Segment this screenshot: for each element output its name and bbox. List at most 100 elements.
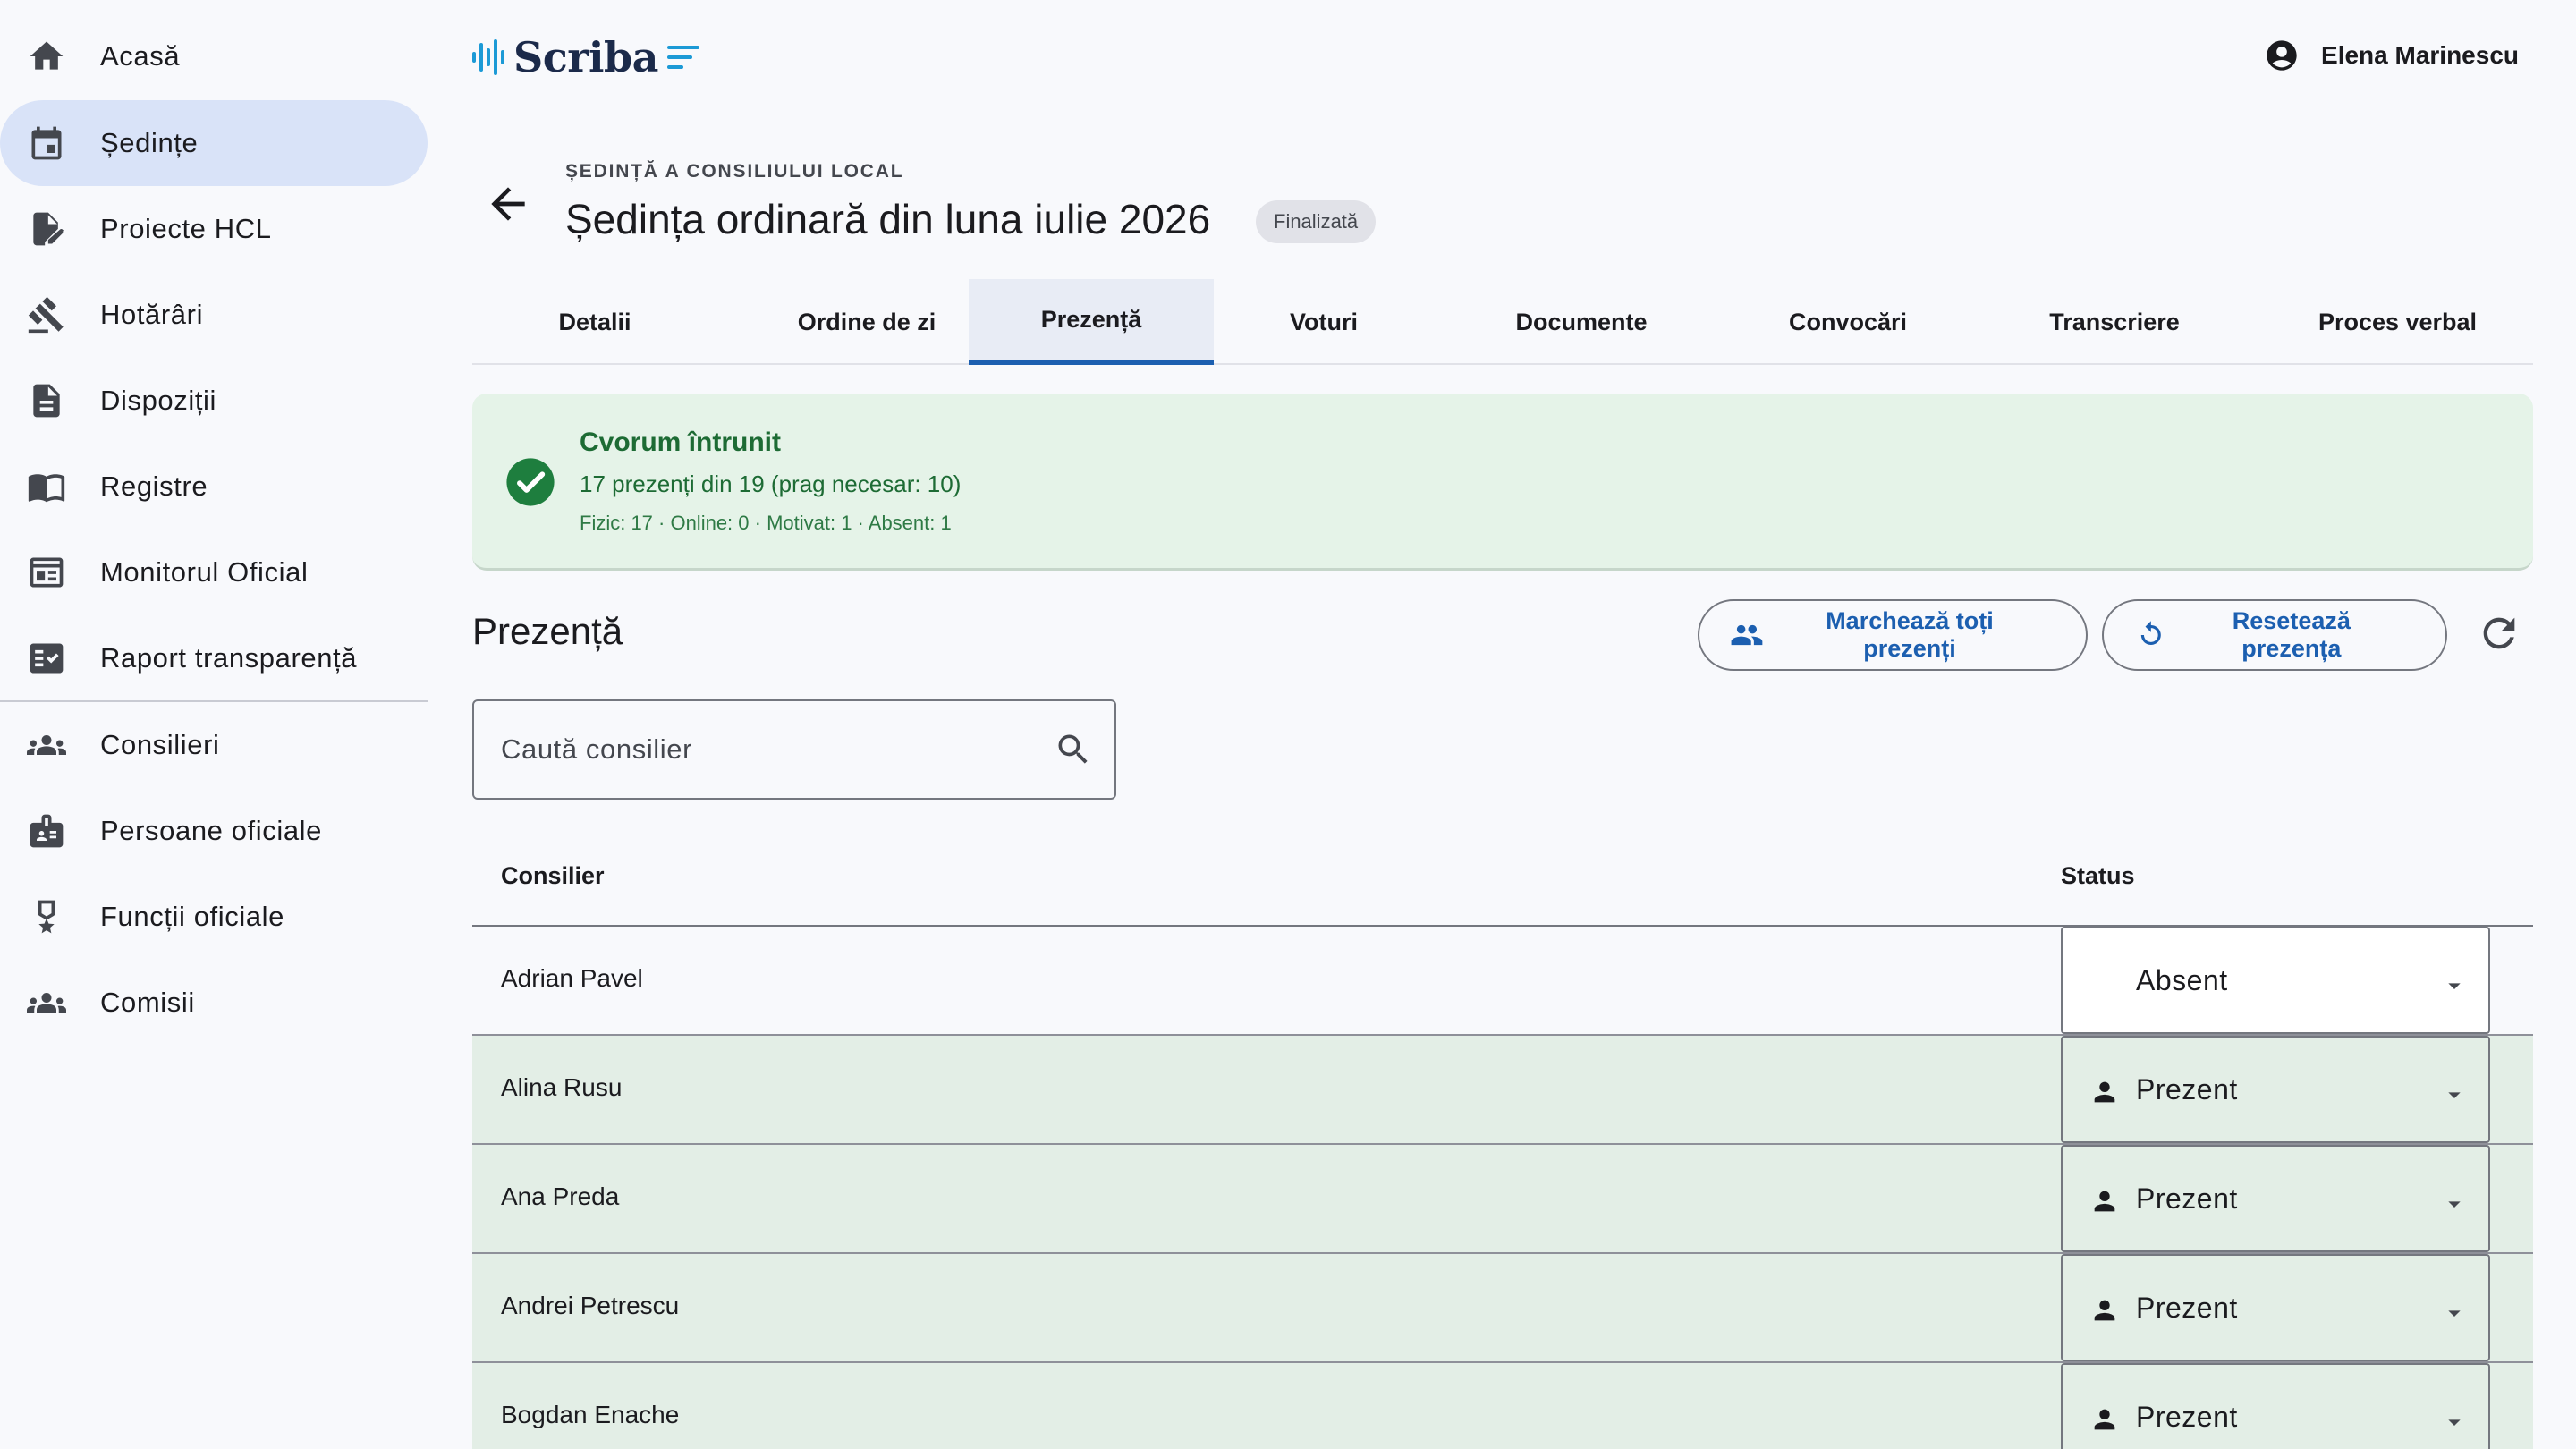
check-circle-icon — [506, 458, 555, 506]
quorum-details: Fizic: 17 · Online: 0 · Motivat: 1 · Abs… — [580, 512, 952, 534]
newspaper-icon — [27, 553, 66, 592]
sidebar-item-label: Funcții oficiale — [100, 901, 285, 932]
dropdown-arrow-icon — [2440, 1299, 2469, 1327]
sidebar-item-label: Hotărâri — [100, 299, 204, 330]
search-field[interactable] — [472, 699, 1116, 800]
tab-convocari[interactable]: Convocări — [1729, 279, 1967, 365]
restart-icon — [2140, 621, 2161, 645]
home-icon — [27, 37, 66, 76]
tab-transcriere[interactable]: Transcriere — [1967, 279, 2262, 365]
sidebar-item-label: Dispoziții — [100, 385, 217, 416]
tab-proces-verbal[interactable]: Proces verbal — [2262, 279, 2533, 365]
account-circle-icon — [2264, 38, 2300, 73]
tab-documente[interactable]: Documente — [1434, 279, 1729, 365]
table-header: Consilier Status — [472, 841, 2533, 927]
quorum-banner: Cvorum întrunit 17 prezenți din 19 (prag… — [472, 394, 2533, 571]
person-icon — [2089, 1295, 2120, 1326]
person-icon — [2089, 1077, 2120, 1107]
page-title: Ședința ordinară din luna iulie 2026 — [565, 196, 1211, 242]
quorum-summary: 17 prezenți din 19 (prag necesar: 10) — [580, 470, 962, 497]
sidebar-item-persoane-oficiale[interactable]: Persoane oficiale — [0, 788, 428, 874]
status-value: Prezent — [2136, 1292, 2238, 1324]
description-icon — [27, 381, 66, 420]
sidebar-item-label: Comisii — [100, 987, 195, 1018]
sidebar-item-registre[interactable]: Registre — [0, 444, 428, 530]
people-icon — [1731, 624, 1763, 646]
badge-icon — [27, 811, 66, 851]
sidebar-item-raport-transparenta[interactable]: Raport transparență — [0, 615, 428, 701]
table-row: Alina Rusu Prezent — [472, 1036, 2533, 1145]
tab-voturi[interactable]: Voturi — [1214, 279, 1434, 365]
sidebar-item-proiecte-hcl[interactable]: Proiecte HCL — [0, 186, 428, 272]
councillor-name: Andrei Petrescu — [501, 1292, 680, 1319]
sidebar-item-consilieri[interactable]: Consilieri — [0, 702, 428, 788]
user-menu[interactable]: Elena Marinescu — [2264, 36, 2519, 75]
gavel-icon — [27, 295, 66, 335]
table-row: Bogdan Enache Prezent — [472, 1363, 2533, 1449]
sidebar-item-monitorul-oficial[interactable]: Monitorul Oficial — [0, 530, 428, 615]
search-input[interactable] — [501, 701, 1038, 798]
sidebar-item-dispozitii[interactable]: Dispoziții — [0, 358, 428, 444]
sidebar-item-functii-oficiale[interactable]: Funcții oficiale — [0, 874, 428, 960]
status-select[interactable]: Absent — [2061, 927, 2490, 1034]
councillor-name: Ana Preda — [501, 1182, 620, 1210]
sidebar-item-label: Monitorul Oficial — [100, 556, 309, 588]
text-lines-icon — [666, 44, 699, 71]
tab-bar: Detalii Ordine de zi Prezență Voturi Doc… — [472, 279, 2533, 365]
status-select[interactable]: Prezent — [2061, 1363, 2490, 1449]
mark-all-present-button[interactable]: Marchează toți prezenți — [1698, 599, 2088, 671]
arrow-back-icon — [491, 187, 525, 221]
dropdown-arrow-icon — [2440, 1080, 2469, 1109]
sidebar-item-comisii[interactable]: Comisii — [0, 960, 428, 1046]
reset-attendance-button[interactable]: Resetează prezența — [2102, 599, 2447, 671]
sidebar-item-sedinte[interactable]: Ședințe — [0, 100, 428, 186]
status-value: Prezent — [2136, 1073, 2238, 1106]
status-value: Prezent — [2136, 1182, 2238, 1215]
sidebar-item-label: Acasă — [100, 40, 181, 72]
calendar-icon — [27, 123, 66, 163]
mark-all-present-label: Marchează toți prezenți — [1826, 607, 1994, 662]
refresh-button[interactable] — [2476, 610, 2522, 657]
person-icon — [2089, 1404, 2120, 1435]
logo-text: Scriba — [513, 33, 658, 81]
dropdown-arrow-icon — [2440, 971, 2469, 1000]
status-select[interactable]: Prezent — [2061, 1036, 2490, 1143]
sidebar-item-label: Consilieri — [100, 729, 220, 760]
attendance-table: Consilier Status Adrian Pavel Absent Ali… — [472, 841, 2533, 1449]
councillor-name: Alina Rusu — [501, 1073, 623, 1101]
status-badge: Finalizată — [1256, 200, 1377, 243]
status-value: Absent — [2136, 964, 2228, 996]
sidebar: Acasă Ședințe Proiecte HCL Hotărâri Disp… — [0, 0, 428, 1449]
sound-wave-icon — [472, 39, 506, 75]
attendance-title: Prezență — [472, 610, 623, 652]
user-name: Elena Marinescu — [2321, 41, 2519, 69]
column-header-councillor[interactable]: Consilier — [501, 862, 605, 890]
sidebar-item-label: Registre — [100, 470, 208, 502]
back-button[interactable] — [483, 179, 533, 229]
document-edit-icon — [27, 209, 66, 249]
groups-icon — [27, 983, 66, 1022]
sidebar-item-hotarari[interactable]: Hotărâri — [0, 272, 428, 358]
table-row: Adrian Pavel Absent — [472, 927, 2533, 1036]
reset-attendance-label: Resetează prezența — [2232, 607, 2351, 662]
tab-prezenta[interactable]: Prezență — [969, 279, 1214, 365]
councillor-name: Adrian Pavel — [501, 964, 643, 992]
status-select[interactable]: Prezent — [2061, 1254, 2490, 1361]
page-overline: ȘEDINȚĂ A CONSILIULUI LOCAL — [565, 161, 904, 182]
table-row: Ana Preda Prezent — [472, 1145, 2533, 1254]
dropdown-arrow-icon — [2440, 1408, 2469, 1436]
councillor-name: Bogdan Enache — [501, 1401, 680, 1428]
status-value: Prezent — [2136, 1401, 2238, 1433]
search-icon[interactable] — [1054, 730, 1093, 769]
app-logo[interactable]: Scriba — [472, 32, 699, 82]
tab-detalii[interactable]: Detalii — [472, 279, 717, 365]
column-header-status[interactable]: Status — [2061, 862, 2135, 890]
table-row: Andrei Petrescu Prezent — [472, 1254, 2533, 1363]
sidebar-item-acasa[interactable]: Acasă — [0, 13, 428, 99]
fact-check-icon — [27, 639, 66, 678]
sidebar-item-label: Proiecte HCL — [100, 213, 272, 244]
person-icon — [2089, 1186, 2120, 1216]
status-select[interactable]: Prezent — [2061, 1145, 2490, 1252]
groups-icon — [27, 725, 66, 765]
sidebar-item-label: Ședințe — [100, 127, 199, 158]
